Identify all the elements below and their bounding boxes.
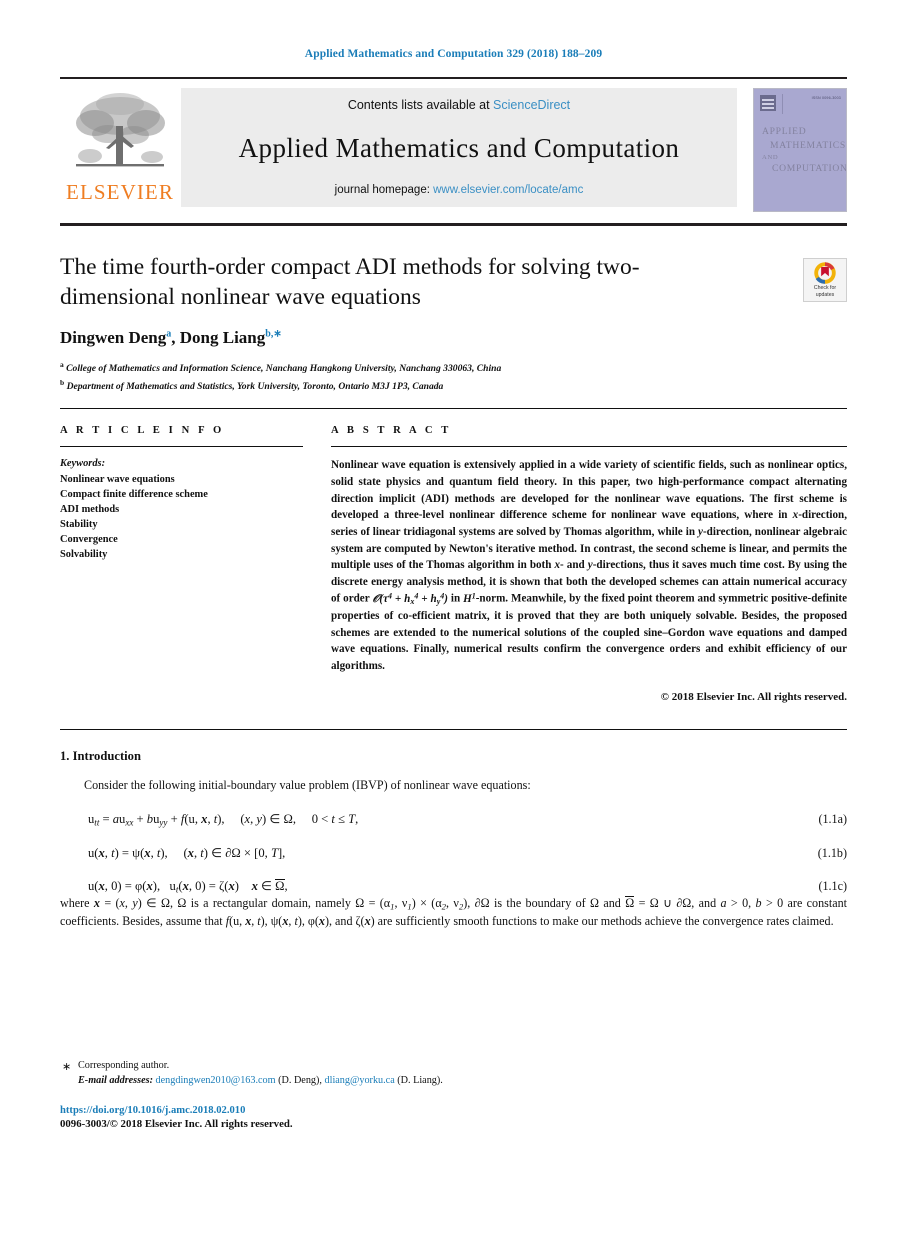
crossmark-label: Check for updates xyxy=(813,285,837,298)
keywords-label: Keywords: xyxy=(60,458,106,470)
equation-number: (1.1c) xyxy=(818,878,847,893)
author-1-affil-marker: a xyxy=(166,328,172,340)
author-list: Dingwen Denga, Dong Liangb,∗ xyxy=(60,328,282,348)
abstract-heading: A B S T R A C T xyxy=(331,425,452,437)
cover-divider xyxy=(782,94,783,114)
abstract-order-expression: 𝒪(τ4 + hx4 + hy4) xyxy=(372,591,448,607)
corresponding-author-note: ∗ Corresponding author. xyxy=(60,1058,847,1073)
cover-title-block: APPLIED MATHEMATICS AND COMPUTATION xyxy=(754,119,846,176)
cover-publisher-mark-icon xyxy=(760,95,776,111)
equation-number: (1.1a) xyxy=(818,812,847,827)
intro-where-paragraph: where x = (x, y) ∈ Ω, Ω is a rectangular… xyxy=(60,895,847,928)
abstract-column: A B S T R A C T Nonlinear wave equation … xyxy=(331,425,847,703)
masthead-bottom-rule xyxy=(60,223,847,226)
page-title: The time fourth-order compact ADI method… xyxy=(60,254,640,311)
doi-link[interactable]: https://doi.org/10.1016/j.amc.2018.02.01… xyxy=(60,1105,847,1116)
elsevier-logo: ELSEVIER xyxy=(60,88,180,205)
keyword-item: Solvability xyxy=(60,549,108,561)
intro-lead-paragraph: Consider the following initial-boundary … xyxy=(84,777,531,792)
article-body: 1. Introduction Consider the following i… xyxy=(60,749,847,931)
equation-1-1b-row: u(x, t) = ψ(x, t), (x, t) ∈ ∂Ω × [0, T],… xyxy=(60,845,847,861)
equation-1-1a-row: utt = auxx + buyy + f(u, x, t), (x, y) ∈… xyxy=(60,811,847,828)
journal-cover-thumbnail: ISSN 0096-3003 APPLIED MATHEMATICS AND C… xyxy=(753,88,847,212)
title-bottom-rule xyxy=(60,408,847,410)
cover-title-line-4: COMPUTATION xyxy=(772,163,847,175)
footnote-block: ∗ Corresponding author. E-mail addresses… xyxy=(60,1058,847,1130)
corresponding-author-marker[interactable]: ∗ xyxy=(273,329,281,340)
keyword-item: Stability xyxy=(60,519,98,531)
cover-title-line-3: AND xyxy=(762,153,779,161)
cover-title-line-1: APPLIED xyxy=(762,126,807,137)
article-info-column: A R T I C L E I N F O Keywords: Nonlinea… xyxy=(60,425,303,702)
journal-title: Applied Mathematics and Computation xyxy=(238,132,680,163)
equation-1-1b: u(x, t) = ψ(x, t), (x, t) ∈ ∂Ω × [0, T], xyxy=(88,845,286,860)
affiliations: a College of Mathematics and Information… xyxy=(60,359,847,394)
keywords-block: Keywords: Nonlinear wave equations Compa… xyxy=(60,456,303,562)
crossmark-badge[interactable]: Check for updates xyxy=(803,258,847,302)
keyword-item: Compact finite difference scheme xyxy=(60,488,208,500)
equation-1-1c: u(x, 0) = φ(x), ut(x, 0) = ζ(x) x ∈ Ω, xyxy=(88,878,288,895)
keyword-item: ADI methods xyxy=(60,503,120,515)
article-info-rule xyxy=(60,446,303,448)
abstract-norm-expression: H1 xyxy=(463,591,476,605)
keyword-item: Convergence xyxy=(60,534,118,546)
keyword-item: Nonlinear wave equations xyxy=(60,473,175,485)
section-heading-introduction: 1. Introduction xyxy=(60,748,141,763)
elsevier-wordmark: ELSEVIER xyxy=(66,180,174,204)
sciencedirect-banner: Contents lists available at ScienceDirec… xyxy=(181,88,737,207)
contents-prefix: Contents lists available at xyxy=(347,98,494,112)
email-label: E-mail addresses: xyxy=(78,1075,153,1087)
equation-number: (1.1b) xyxy=(817,845,847,860)
journal-homepage-link[interactable]: www.elsevier.com/locate/amc xyxy=(433,184,583,196)
elsevier-tree-icon xyxy=(76,93,165,167)
author-name-2: Dong Liang xyxy=(179,328,266,348)
equation-1-1a: utt = auxx + buyy + f(u, x, t), (x, y) ∈… xyxy=(88,812,359,828)
author-2-affil-marker: b,∗ xyxy=(265,328,282,340)
email-link-1[interactable]: dengdingwen2010@163.com xyxy=(156,1075,276,1086)
abstract-text: Nonlinear wave equation is extensively a… xyxy=(331,459,847,672)
equation-1-1c-row: u(x, 0) = φ(x), ut(x, 0) = ζ(x) x ∈ Ω, (… xyxy=(60,878,847,895)
contents-line: Contents lists available at ScienceDirec… xyxy=(348,98,570,112)
homepage-prefix: journal homepage: xyxy=(334,184,434,196)
abstract-rule xyxy=(331,446,847,448)
sciencedirect-link[interactable]: ScienceDirect xyxy=(493,98,570,112)
cover-header-strip: ISSN 0096-3003 xyxy=(754,89,846,119)
info-abstract-row: A R T I C L E I N F O Keywords: Nonlinea… xyxy=(60,425,847,703)
title-block: The time fourth-order compact ADI method… xyxy=(60,252,847,394)
running-head: Applied Mathematics and Computation 329 … xyxy=(304,48,603,60)
cover-title-line-2: MATHEMATICS xyxy=(770,139,846,151)
abstract-bottom-rule xyxy=(60,728,847,730)
check-for-updates-icon xyxy=(814,262,836,284)
email-owner-2: (D. Liang). xyxy=(397,1075,443,1087)
affiliation-b: b Department of Mathematics and Statisti… xyxy=(60,377,444,392)
paper-page: Applied Mathematics and Computation 329 … xyxy=(0,0,907,1238)
article-info-heading: A R T I C L E I N F O xyxy=(60,425,225,437)
homepage-line: journal homepage: www.elsevier.com/locat… xyxy=(335,184,584,196)
email-addresses-note: E-mail addresses: dengdingwen2010@163.co… xyxy=(60,1073,847,1088)
email-owner-1: (D. Deng), xyxy=(278,1075,322,1087)
journal-masthead: ELSEVIER Contents lists available at Sci… xyxy=(60,77,847,212)
author-name-1: Dingwen Deng xyxy=(60,328,167,348)
issn-copyright-line: 0096-3003/© 2018 Elsevier Inc. All right… xyxy=(60,1117,293,1130)
cover-issue-code: ISSN 0096-3003 xyxy=(811,96,841,100)
copyright-statement: © 2018 Elsevier Inc. All rights reserved… xyxy=(660,690,847,703)
affiliation-a: a College of Mathematics and Information… xyxy=(60,360,502,375)
email-link-2[interactable]: dliang@yorku.ca xyxy=(325,1075,395,1086)
